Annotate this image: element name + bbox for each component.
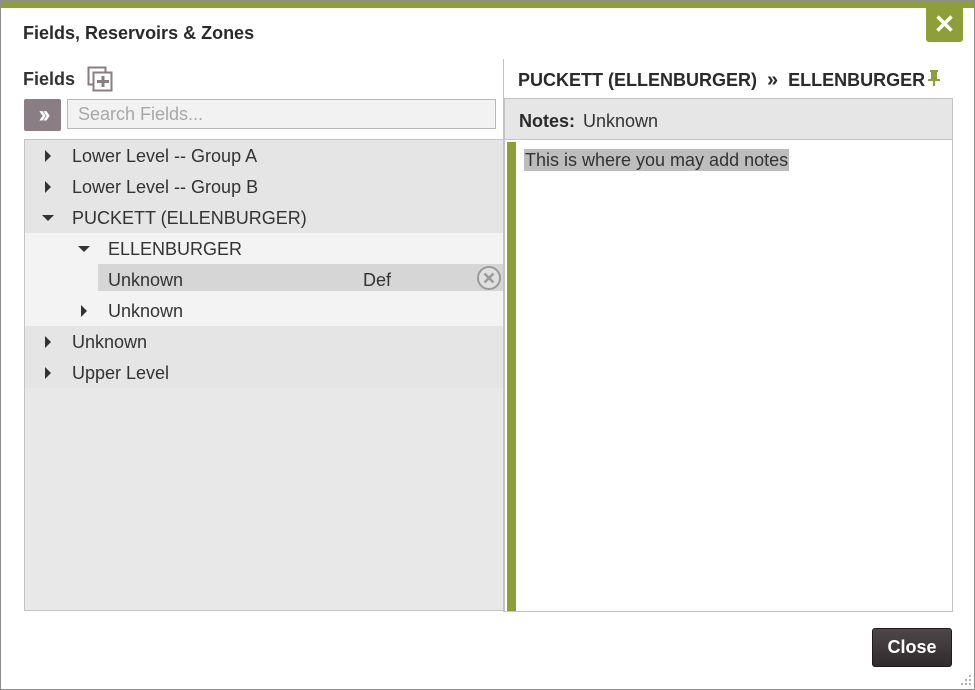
tree-item-label: PUCKETT (ELLENBURGER) bbox=[72, 208, 307, 228]
caret-right-icon[interactable] bbox=[45, 336, 51, 348]
tree-item-unknown-selected[interactable]: Unknown Def bbox=[25, 264, 503, 295]
caret-down-icon[interactable] bbox=[42, 215, 54, 221]
fields-tree: Lower Level -- Group A Lower Level -- Gr… bbox=[24, 139, 504, 611]
resize-grip-icon[interactable] bbox=[957, 672, 973, 688]
tree-item-label: Unknown bbox=[108, 270, 184, 290]
pin-icon[interactable] bbox=[927, 69, 941, 87]
tree-item-label: Unknown bbox=[108, 301, 184, 321]
tree-item-label: Lower Level -- Group A bbox=[72, 146, 258, 166]
breadcrumb-reservoir: ELLENBURGER bbox=[788, 70, 926, 90]
close-x-button[interactable]: ✕ bbox=[926, 5, 963, 42]
tree-item-label: Upper Level bbox=[72, 363, 170, 383]
close-x-icon: ✕ bbox=[933, 8, 956, 39]
double-chevron-right-icon: ›› bbox=[38, 101, 51, 128]
notes-zone-value: Unknown bbox=[583, 111, 659, 131]
tree-item-label: ELLENBURGER bbox=[108, 239, 243, 259]
tree-item-lower-level-group-b[interactable]: Lower Level -- Group B bbox=[25, 171, 503, 202]
notes-header: Notes: Unknown bbox=[505, 99, 952, 140]
search-fields-input[interactable] bbox=[67, 99, 496, 129]
tree-item-unknown[interactable]: Unknown bbox=[25, 326, 503, 357]
tree-item-puckett-ellenburger[interactable]: PUCKETT (ELLENBURGER) bbox=[25, 202, 503, 233]
caret-right-icon[interactable] bbox=[45, 150, 51, 162]
fields-label: Fields bbox=[23, 69, 76, 89]
close-button[interactable]: Close bbox=[872, 628, 952, 667]
breadcrumb-field: PUCKETT (ELLENBURGER) bbox=[518, 70, 757, 90]
tree-item-upper-level[interactable]: Upper Level bbox=[25, 357, 503, 388]
remove-circle-x-icon[interactable] bbox=[476, 265, 502, 291]
caret-right-icon[interactable] bbox=[45, 181, 51, 193]
add-copy-icon[interactable] bbox=[87, 66, 113, 92]
notes-label: Notes: bbox=[519, 111, 576, 131]
expand-all-button[interactable]: ›› bbox=[24, 99, 61, 131]
caret-right-icon[interactable] bbox=[45, 367, 51, 379]
dialog-title: Fields, Reservoirs & Zones bbox=[23, 23, 255, 43]
breadcrumb-separator-icon: » bbox=[767, 69, 779, 91]
tree-item-lower-level-group-a[interactable]: Lower Level -- Group A bbox=[25, 140, 503, 171]
tree-item-ellenburger[interactable]: ELLENBURGER bbox=[25, 233, 503, 264]
tree-item-label: Unknown bbox=[72, 332, 148, 352]
notes-text-area[interactable]: This is where you may add notes bbox=[524, 149, 790, 171]
notes-accent-bar bbox=[507, 142, 516, 611]
default-tag: Def bbox=[363, 270, 392, 290]
caret-down-icon[interactable] bbox=[78, 246, 90, 252]
fields-reservoirs-zones-dialog: Fields, Reservoirs & Zones ✕ Fields ›› L… bbox=[0, 0, 975, 690]
breadcrumb: PUCKETT (ELLENBURGER) » ELLENBURGER bbox=[518, 69, 925, 92]
top-accent-bar bbox=[1, 1, 974, 8]
notes-panel: Notes: Unknown This is where you may add… bbox=[504, 98, 953, 612]
caret-right-icon[interactable] bbox=[81, 305, 87, 317]
tree-item-label: Lower Level -- Group B bbox=[72, 177, 259, 197]
tree-item-unknown-child[interactable]: Unknown bbox=[25, 295, 503, 326]
